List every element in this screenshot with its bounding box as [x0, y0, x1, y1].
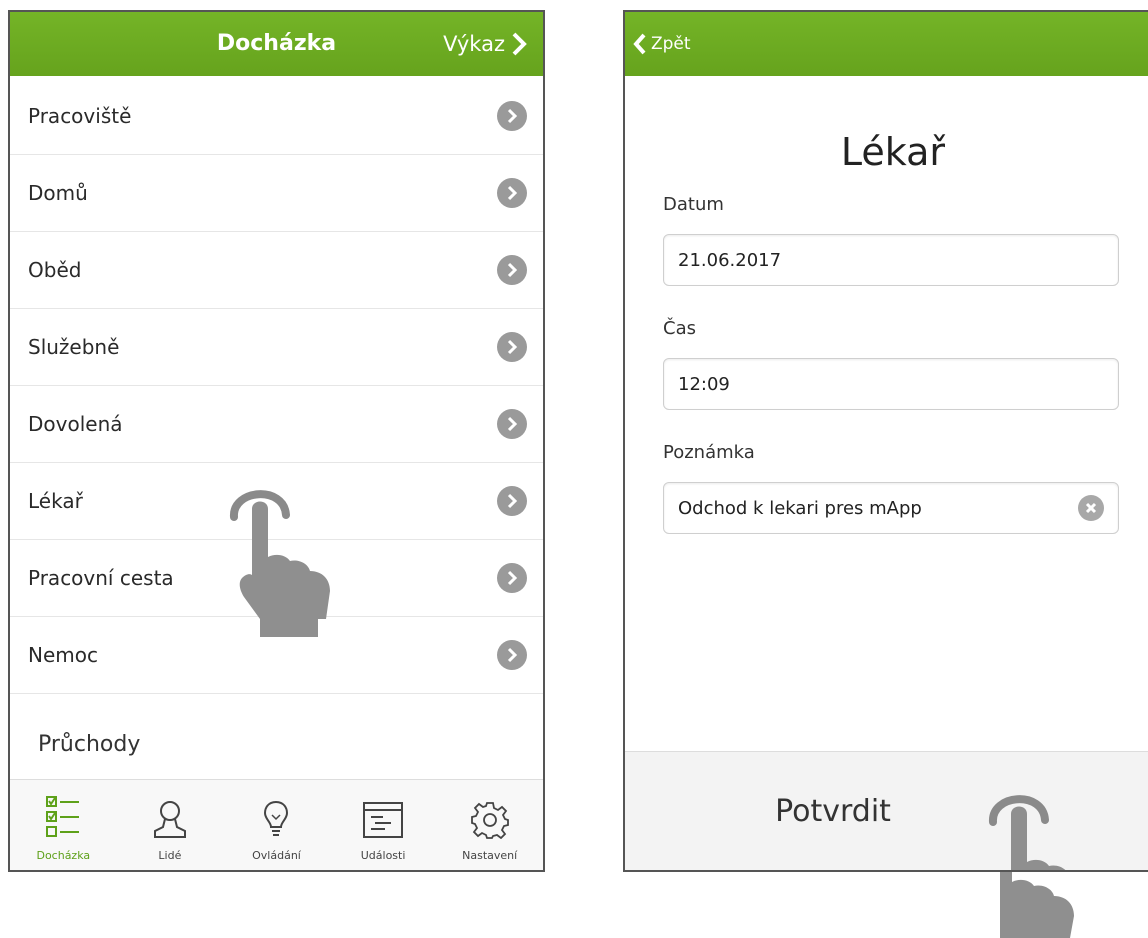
chevron-right-icon: [497, 101, 527, 131]
header-bar: Zpět: [625, 12, 1148, 76]
list-item-label: Pracovní cesta: [28, 566, 174, 590]
list-item-label: Pracoviště: [28, 104, 132, 128]
tap-hand-icon: [989, 795, 1066, 870]
tab-settings[interactable]: Nastavení: [436, 780, 543, 870]
header-bar: Docházka Výkaz: [10, 12, 543, 76]
gear-icon: [470, 802, 509, 839]
attendance-screen: Docházka Výkaz Pracoviště Domů Oběd Služ…: [8, 10, 545, 872]
doctor-form-screen: Zpět Lékař Datum 21.06.2017 Čas 12:09 Po…: [623, 10, 1148, 872]
list-item-workplace[interactable]: Pracoviště: [10, 78, 543, 155]
clear-icon[interactable]: [1078, 495, 1104, 521]
confirm-button[interactable]: Potvrdit: [769, 793, 897, 830]
report-button[interactable]: Výkaz: [443, 12, 527, 76]
list-item-label: Lékař: [28, 489, 83, 513]
lightbulb-icon: [264, 800, 289, 836]
list-item-label: Nemoc: [28, 643, 98, 667]
back-button[interactable]: Zpět: [633, 12, 691, 76]
tab-attendance[interactable]: Docházka: [10, 780, 117, 870]
back-label: Zpět: [651, 34, 691, 54]
list-item-label: Dovolená: [28, 412, 123, 436]
list-item-business[interactable]: Služebně: [10, 309, 543, 386]
list-item-label: Oběd: [28, 258, 82, 282]
time-value: 12:09: [678, 373, 730, 395]
note-field[interactable]: Odchod k lekari pres mApp: [663, 482, 1119, 534]
tab-events[interactable]: Události: [330, 780, 437, 870]
list-item-home[interactable]: Domů: [10, 155, 543, 232]
note-label: Poznámka: [663, 442, 755, 463]
tab-label: Nastavení: [462, 849, 518, 862]
note-value: Odchod k lekari pres mApp: [678, 497, 922, 519]
checklist-icon: [46, 796, 80, 837]
chevron-left-icon: [633, 33, 646, 55]
tab-people[interactable]: Lidé: [117, 780, 224, 870]
chevron-right-icon: [497, 486, 527, 516]
date-field[interactable]: 21.06.2017: [663, 234, 1119, 286]
date-value: 21.06.2017: [678, 249, 782, 271]
chevron-right-icon: [497, 178, 527, 208]
list-item-vacation[interactable]: Dovolená: [10, 386, 543, 463]
chevron-right-icon: [497, 640, 527, 670]
list-item-lunch[interactable]: Oběd: [10, 232, 543, 309]
tab-label: Ovládání: [252, 849, 301, 862]
time-label: Čas: [663, 318, 696, 339]
tap-hand-icon: [230, 490, 330, 637]
chevron-right-icon: [497, 409, 527, 439]
report-label: Výkaz: [443, 32, 505, 56]
chevron-right-icon: [497, 563, 527, 593]
chevron-right-icon: [497, 255, 527, 285]
list-item-label: Domů: [28, 181, 88, 205]
tab-bar: Docházka Lidé Ovládání Události Nastaven…: [10, 779, 543, 870]
chevron-right-icon: [497, 332, 527, 362]
tab-label: Události: [360, 849, 406, 862]
tap-hand-pointer-icon: [996, 872, 1074, 938]
person-icon: [153, 801, 186, 838]
list-item-label: Služebně: [28, 335, 120, 359]
page-title: Lékař: [840, 130, 946, 174]
time-field[interactable]: 12:09: [663, 358, 1119, 410]
section-heading-passages: Průchody: [38, 732, 141, 757]
chevron-right-icon: [512, 32, 527, 56]
events-icon: [363, 802, 404, 838]
tab-label: Docházka: [36, 849, 91, 862]
tab-label: Lidé: [158, 849, 182, 862]
date-label: Datum: [663, 194, 724, 215]
tab-controls[interactable]: Ovládání: [223, 780, 330, 870]
